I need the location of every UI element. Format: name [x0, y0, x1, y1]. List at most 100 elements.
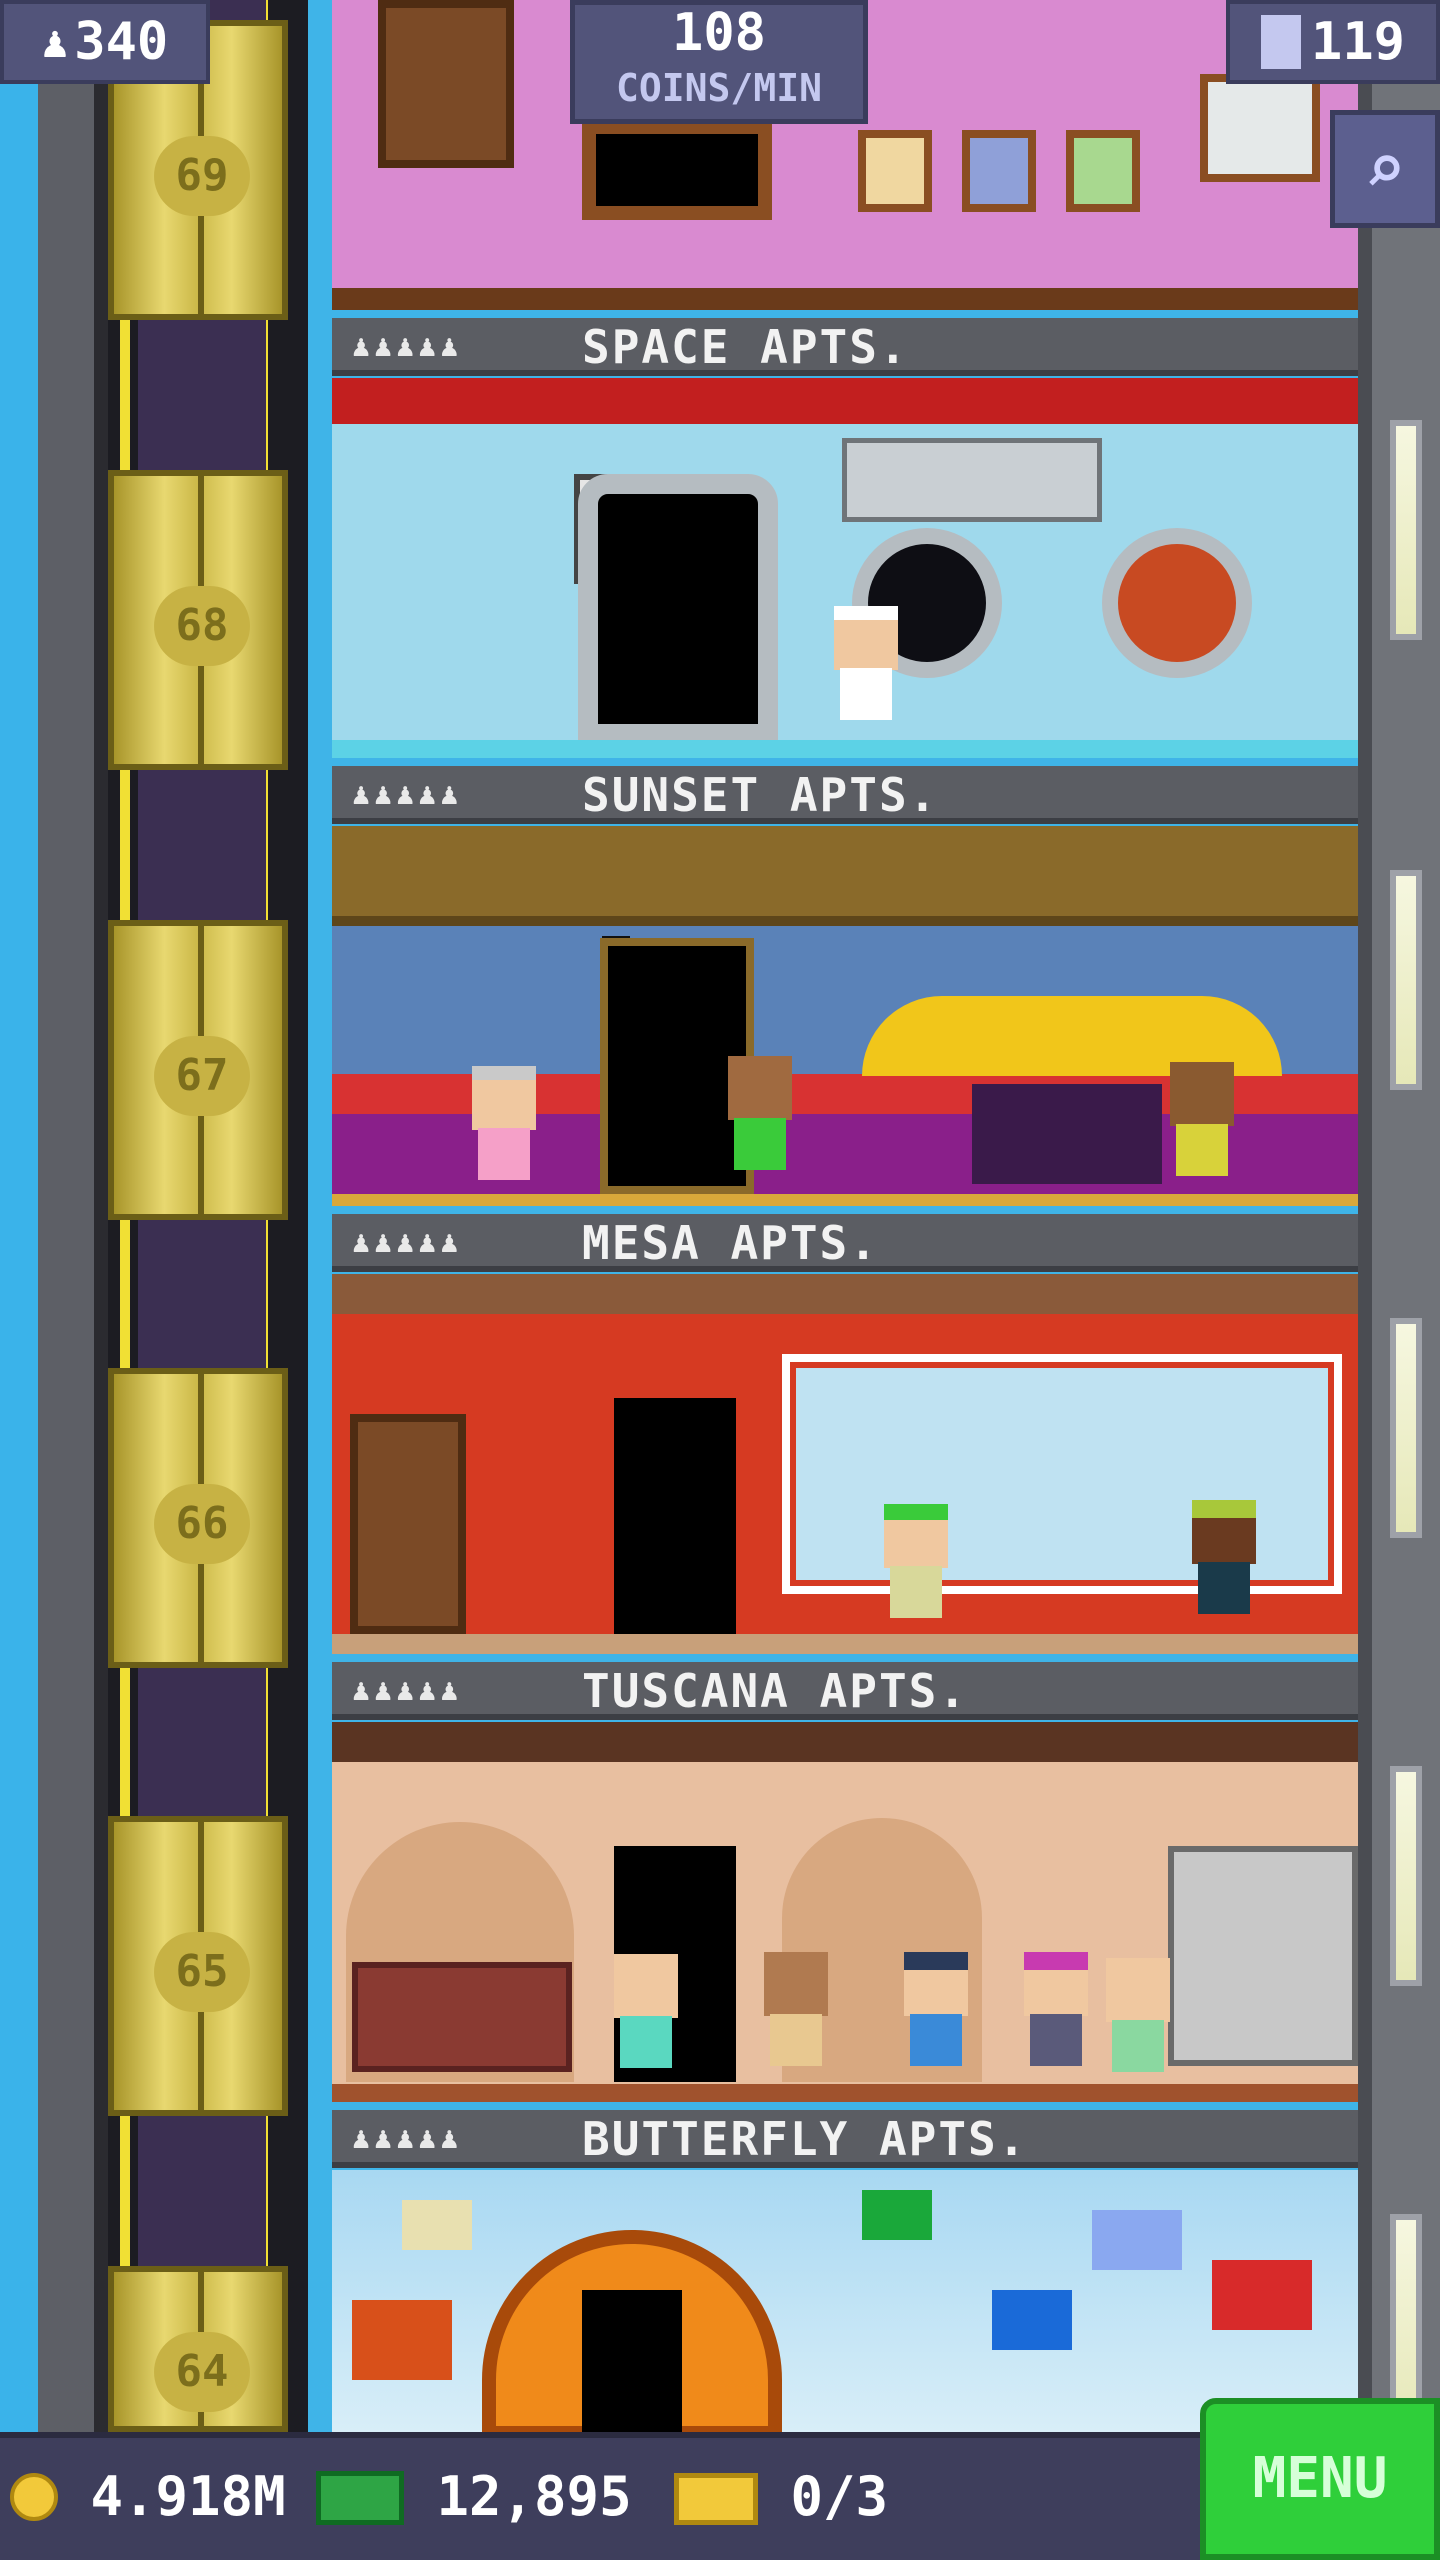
bux-icon: [316, 2471, 404, 2525]
picture-frame: [858, 130, 932, 212]
resident[interactable]: [1106, 1958, 1172, 2078]
floor-name: BUTTERFLY APTS.: [582, 2112, 1028, 2166]
population-count: 340: [74, 12, 169, 72]
ceiling-beams: [332, 826, 1358, 926]
building-icon: [1261, 15, 1302, 69]
tickets-value: 0/3: [790, 2465, 889, 2528]
butterfly-decor: [862, 2190, 932, 2240]
floor-stars: ♟♟♟♟♟: [352, 2121, 463, 2156]
window: [1200, 74, 1320, 182]
porthole-mars: [1102, 528, 1252, 678]
ticket-icon: [674, 2473, 758, 2525]
wall-window: [1390, 420, 1422, 640]
population-panel[interactable]: ♟ 340: [0, 0, 210, 84]
floor-mesa-apts[interactable]: [332, 1274, 1358, 1654]
floor-stars: ♟♟♟♟♟: [352, 777, 463, 812]
resident[interactable]: [472, 1066, 538, 1186]
resident[interactable]: [904, 1952, 970, 2072]
floor-boards: [332, 1634, 1358, 1654]
wall-window: [1390, 1766, 1422, 1986]
elevator-floor-number: 68: [154, 586, 250, 666]
elevator-shaft-inner: [138, 0, 266, 2560]
resident[interactable]: [1192, 1500, 1258, 1620]
console-panel: [842, 438, 1102, 522]
elevator-door-65[interactable]: 65: [108, 1816, 288, 2116]
elevator-rail-left: [120, 0, 130, 2560]
floors-count-panel[interactable]: 119: [1226, 0, 1440, 84]
resident[interactable]: [728, 1056, 794, 1176]
floor-boards: [332, 2084, 1358, 2102]
coin-icon: [10, 2473, 58, 2521]
person-icon: ♟: [41, 16, 69, 68]
resident[interactable]: [884, 1504, 950, 1624]
ceiling-beams: [332, 1722, 1358, 1762]
picture-frame: [1066, 130, 1140, 212]
elevator-floor-number: 64: [154, 2332, 250, 2412]
tickets-display[interactable]: 0/3: [674, 2452, 888, 2542]
elevator-floor-number: 69: [154, 136, 250, 216]
floor-label-butterfly[interactable]: ♟♟♟♟♟ BUTTERFLY APTS.: [332, 2110, 1358, 2168]
picture-frame: [962, 130, 1036, 212]
elevator-floor-number: 67: [154, 1036, 250, 1116]
fireplace: [582, 120, 772, 220]
floor-label-tuscana[interactable]: ♟♟♟♟♟ TUSCANA APTS.: [332, 1662, 1358, 1720]
coins-per-min-value: 108: [672, 3, 766, 63]
coins-per-min-label: COINS/MIN: [616, 66, 822, 110]
coins-value: 4.918M: [90, 2465, 286, 2528]
butterfly-decor: [1092, 2210, 1182, 2270]
resident[interactable]: [1170, 1062, 1236, 1182]
floor-label-space[interactable]: ♟♟♟♟♟ SPACE APTS.: [332, 318, 1358, 376]
floor-name: TUSCANA APTS.: [582, 1664, 969, 1718]
menu-button[interactable]: MENU: [1200, 2398, 1440, 2560]
elevator-door-64[interactable]: 64: [108, 2266, 288, 2432]
floor-name: SUNSET APTS.: [582, 768, 939, 822]
floor-boards: [332, 740, 1358, 758]
floors-count: 119: [1311, 12, 1405, 72]
elevator-floor-number: 66: [154, 1484, 250, 1564]
shaft-wall: [38, 0, 108, 2560]
large-window: [782, 1354, 1342, 1594]
floor-stars: ♟♟♟♟♟: [352, 1673, 463, 1708]
floor-boards: [332, 288, 1358, 310]
butterfly-decor: [1212, 2260, 1312, 2330]
coins-per-min-panel: 108 COINS/MIN: [570, 0, 868, 124]
floor-space-apts[interactable]: [332, 378, 1358, 758]
wall-window: [1390, 870, 1422, 1090]
bookshelf: [350, 1414, 466, 1634]
sofa: [352, 1962, 572, 2072]
floor-butterfly-apts[interactable]: [332, 2170, 1358, 2432]
elevator-door-68[interactable]: 68: [108, 470, 288, 770]
floor-sunset-apts[interactable]: [332, 826, 1358, 1206]
elevator-door-67[interactable]: 67: [108, 920, 288, 1220]
ceiling-trim: [332, 378, 1358, 424]
floor-boards: [332, 1194, 1358, 1206]
elevator-door-66[interactable]: 66: [108, 1368, 288, 1668]
zoom-button[interactable]: ⌕: [1330, 110, 1440, 228]
elevator-floor-number: 65: [154, 1932, 250, 2012]
floor-name: MESA APTS.: [582, 1216, 879, 1270]
coins-display[interactable]: 4.918M: [10, 2452, 286, 2542]
sofa: [972, 1084, 1162, 1184]
resident[interactable]: [1024, 1952, 1090, 2072]
right-wall: [1358, 0, 1440, 2560]
resident[interactable]: [614, 1954, 680, 2074]
ceiling-trim: [332, 1274, 1358, 1314]
resident[interactable]: [834, 606, 900, 726]
bux-display[interactable]: 12,895: [316, 2452, 632, 2542]
doorway: [582, 2290, 682, 2432]
sky-strip: [0, 0, 38, 2560]
floor-label-mesa[interactable]: ♟♟♟♟♟ MESA APTS.: [332, 1214, 1358, 1272]
kitchen-cabinet: [1168, 1846, 1358, 2066]
floor-name: SPACE APTS.: [582, 320, 909, 374]
butterfly-decor: [992, 2290, 1072, 2350]
floor-stars: ♟♟♟♟♟: [352, 1225, 463, 1260]
resident[interactable]: [764, 1952, 830, 2072]
floor-tuscana-apts[interactable]: [332, 1722, 1358, 2102]
magnifier-icon: ⌕: [1363, 128, 1407, 210]
bookshelf: [378, 0, 514, 168]
doorway: [578, 474, 778, 744]
wall-window: [1390, 1318, 1422, 1538]
floor-label-sunset[interactable]: ♟♟♟♟♟ SUNSET APTS.: [332, 766, 1358, 824]
butterfly-decor: [352, 2300, 452, 2380]
floor-stars: ♟♟♟♟♟: [352, 329, 463, 364]
